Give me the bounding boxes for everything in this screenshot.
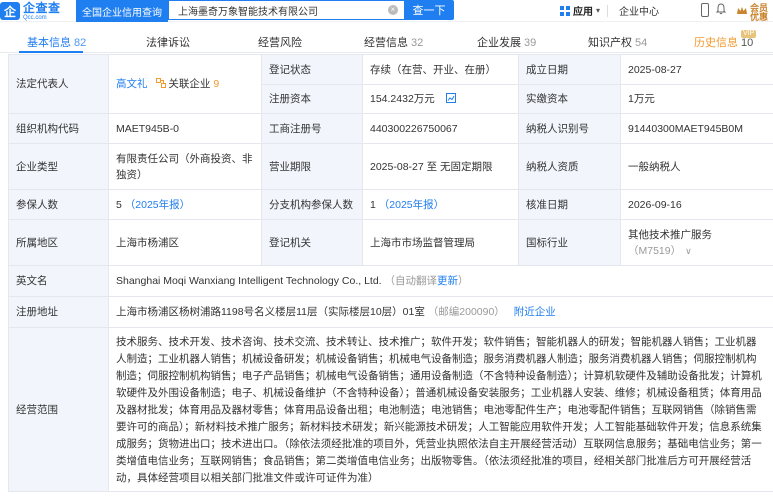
biz-reg-no-value: 440300226750067 bbox=[362, 113, 519, 144]
reg-capital-value: 154.2432万元 bbox=[370, 93, 435, 105]
insured-value: 5 bbox=[116, 198, 122, 211]
postcode: （邮编200090） bbox=[427, 306, 505, 318]
taxpayer-qual-label: 纳税人资质 bbox=[518, 143, 621, 190]
region-label: 所属地区 bbox=[8, 219, 109, 266]
branch-insured-year-link[interactable]: （2025年报） bbox=[379, 199, 444, 211]
logo-name: 企查查 bbox=[23, 0, 61, 15]
taxpayer-id-value: 91440300MAET945B0M bbox=[620, 113, 773, 144]
search-input-value: 上海墨奇万象智能技术有限公司 bbox=[178, 6, 318, 18]
reg-capital-cell: 154.2432万元 bbox=[362, 84, 519, 114]
legal-rep-label: 法定代表人 bbox=[8, 54, 109, 114]
address-cell: 上海市杨浦区杨树浦路1198号名义楼层11层（实际楼层10层）01室 （邮编20… bbox=[108, 296, 773, 328]
paid-capital-value: 1万元 bbox=[620, 84, 773, 114]
search-input[interactable]: 上海墨奇万象智能技术有限公司 × bbox=[168, 0, 404, 20]
insured-label: 参保人数 bbox=[8, 189, 109, 220]
org-code-label: 组织机构代码 bbox=[8, 113, 109, 144]
biz-term-label: 营业期限 bbox=[261, 143, 363, 190]
en-name-label: 英文名 bbox=[8, 265, 109, 297]
branch-insured-value: 1 bbox=[370, 198, 376, 211]
approve-date-value: 2026-09-16 bbox=[620, 189, 773, 220]
reg-status-value: 存续（在营、开业、在册） bbox=[362, 54, 519, 85]
capital-trend-icon[interactable] bbox=[445, 93, 456, 103]
logo-mark: 企 bbox=[0, 2, 20, 20]
header-divider bbox=[607, 5, 608, 17]
vip-badge: VIP bbox=[741, 30, 757, 38]
industry-code: （M7519） bbox=[628, 244, 682, 257]
taxpayer-id-label: 纳税人识别号 bbox=[518, 113, 621, 144]
crown-icon bbox=[737, 7, 747, 14]
vip-promo-icon[interactable]: 会员 优惠 bbox=[736, 3, 773, 22]
tab-ip[interactable]: 知识产权 54 bbox=[588, 34, 647, 50]
en-name-cell: Shanghai Moqi Wanxiang Intelligent Techn… bbox=[108, 265, 773, 297]
en-name-value: Shanghai Moqi Wanxiang Intelligent Techn… bbox=[116, 275, 382, 287]
branch-insured-cell: 1 （2025年报） bbox=[362, 189, 519, 220]
related-label: 关联企业 bbox=[168, 78, 211, 90]
region-value: 上海市杨浦区 bbox=[108, 219, 262, 266]
enterprise-center-link[interactable]: 企业中心 bbox=[619, 3, 659, 18]
nearby-companies-link[interactable]: 附近企业 bbox=[514, 306, 556, 318]
auto-translate-text: （自动翻译 bbox=[384, 275, 438, 287]
related-companies-link[interactable]: 关联企业 9 bbox=[168, 78, 219, 90]
industry-value: 其他技术推广服务 bbox=[628, 228, 712, 241]
search-button[interactable]: 查一下 bbox=[404, 0, 454, 20]
clear-icon[interactable]: × bbox=[388, 5, 398, 15]
reg-status-label: 登记状态 bbox=[261, 54, 363, 85]
industry-cell[interactable]: 其他技术推广服务 （M7519） ∨ bbox=[620, 219, 773, 266]
org-code-value: MAET945B-0 bbox=[108, 113, 262, 144]
legal-rep-cell: 高文礼 关联企业 9 bbox=[108, 54, 262, 114]
active-tab-indicator bbox=[19, 51, 83, 53]
logo-text: 企查查 Qcc.com bbox=[23, 2, 61, 21]
phone-icon[interactable] bbox=[701, 3, 709, 17]
apps-label: 应用 bbox=[573, 7, 593, 18]
industry-label: 国标行业 bbox=[518, 219, 621, 266]
section-tabs: 基本信息 82 法律诉讼 经营风险 经营信息 32 企业发展 39 知识产权 54 历史… bbox=[0, 31, 773, 53]
vip-bottom-text: 优惠 bbox=[750, 12, 769, 22]
business-scope-value: 技术服务、技术开发、技术咨询、技术交流、技术转让、技术推广；软件开发；软件销售；… bbox=[108, 327, 773, 492]
legal-rep-link[interactable]: 高文礼 bbox=[116, 78, 148, 90]
vip-top-text: 会员 bbox=[750, 3, 769, 13]
company-type-label: 企业类型 bbox=[8, 143, 109, 190]
apps-menu[interactable]: 应用 ▾ bbox=[560, 2, 600, 19]
insured-year-link[interactable]: （2025年报） bbox=[125, 199, 190, 211]
est-date-label: 成立日期 bbox=[518, 54, 621, 85]
scope-label: 经营范围 bbox=[8, 327, 109, 492]
approve-date-label: 核准日期 bbox=[518, 189, 621, 220]
paid-capital-label: 实缴资本 bbox=[518, 84, 621, 114]
related-companies-icon bbox=[156, 78, 167, 88]
logo-domain: Qcc.com bbox=[23, 14, 47, 21]
tab-development[interactable]: 企业发展 39 bbox=[477, 34, 536, 50]
chevron-down-icon: ∨ bbox=[685, 245, 692, 256]
chevron-down-icon: ▾ bbox=[596, 6, 601, 15]
address-value: 上海市杨浦区杨树浦路1198号名义楼层11层（实际楼层10层）01室 bbox=[116, 306, 425, 318]
reg-capital-label: 注册资本 bbox=[261, 84, 363, 114]
update-link[interactable]: 更新 bbox=[437, 275, 458, 287]
tab-risk[interactable]: 经营风险 bbox=[258, 34, 302, 50]
tab-basic-info[interactable]: 基本信息 82 bbox=[27, 34, 86, 50]
taxpayer-qual-value: 一般纳税人 bbox=[620, 143, 773, 190]
company-type-value: 有限责任公司（外商投资、非独资） bbox=[108, 143, 262, 190]
auto-translate-end: ） bbox=[458, 275, 469, 287]
tab-legal[interactable]: 法律诉讼 bbox=[146, 34, 190, 50]
address-label: 注册地址 bbox=[8, 296, 109, 328]
apps-grid-icon bbox=[560, 5, 570, 16]
related-count: 9 bbox=[213, 78, 220, 90]
top-header: 企 企查查 Qcc.com 全国企业信用查询 上海墨奇万象智能技术有限公司 × … bbox=[0, 0, 773, 22]
biz-reg-no-label: 工商注册号 bbox=[261, 113, 363, 144]
est-date-value: 2025-08-27 bbox=[620, 54, 773, 85]
insured-cell: 5 （2025年报） bbox=[108, 189, 262, 220]
branch-insured-label: 分支机构参保人数 bbox=[261, 189, 363, 220]
reg-authority-value: 上海市市场监督管理局 bbox=[362, 219, 519, 266]
biz-term-value: 2025-08-27 至 无固定期限 bbox=[362, 143, 519, 190]
reg-authority-label: 登记机关 bbox=[261, 219, 363, 266]
tab-operation[interactable]: 经营信息 32 bbox=[364, 34, 423, 50]
slogan-banner: 全国企业信用查询 bbox=[76, 0, 168, 22]
basic-info-table: 法定代表人 高文礼 关联企业 9 登记状态 存续（在营、开业、在册） 成立日期 2… bbox=[8, 54, 773, 492]
bell-icon[interactable] bbox=[716, 3, 726, 15]
